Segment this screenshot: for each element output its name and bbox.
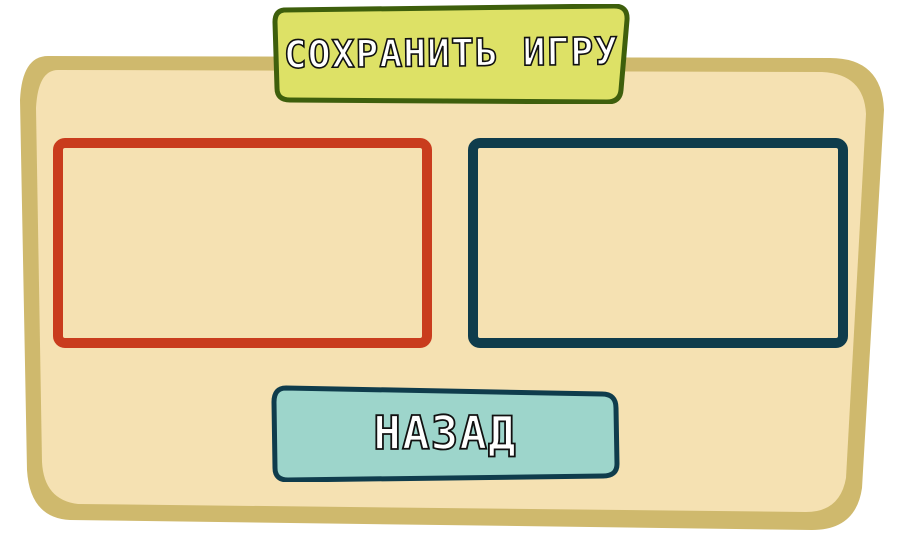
- save-game-dialog: СОХРАНИТЬ ИГРУ НАЗАД: [0, 0, 900, 550]
- page-title: СОХРАНИТЬ ИГРУ: [283, 28, 619, 77]
- back-button-label: НАЗАД: [372, 405, 517, 461]
- title-banner: СОХРАНИТЬ ИГРУ: [272, 4, 630, 104]
- save-slot-1[interactable]: [53, 138, 432, 348]
- back-button[interactable]: НАЗАД: [270, 384, 620, 482]
- save-slot-2[interactable]: [468, 138, 848, 348]
